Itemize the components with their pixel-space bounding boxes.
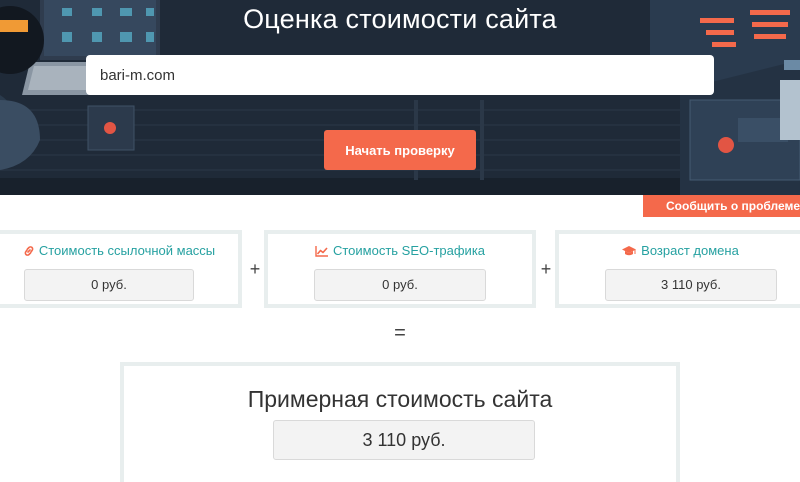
link-icon [23, 245, 35, 260]
total-value-field: 3 110 руб. [273, 420, 535, 460]
metric-title: Возраст домена [559, 243, 800, 260]
graduation-cap-icon [621, 245, 637, 260]
equals-operator: = [394, 322, 406, 344]
metric-title-label: Возраст домена [641, 243, 739, 258]
plus-operator: + [249, 259, 261, 279]
metric-title: Стоимость SEO-трафика [268, 243, 532, 260]
plus-operator: + [540, 259, 552, 279]
metric-title-label: Стоимость SEO-трафика [332, 243, 486, 258]
metric-card-domain-age: Возраст домена 3 110 руб. [555, 230, 800, 308]
metric-value-field: 0 руб. [314, 269, 486, 301]
report-problem-button[interactable]: Сообщить о проблеме [643, 195, 800, 217]
metric-card-seo-traffic: Стоимость SEO-трафика 0 руб. [264, 230, 536, 308]
start-check-button[interactable]: Начать проверку [324, 130, 476, 170]
total-card: Примерная стоимость сайта 3 110 руб. [120, 362, 680, 482]
total-title: Примерная стоимость сайта [247, 386, 553, 412]
metric-title: Стоимость ссылочной массы [0, 243, 238, 260]
chart-line-icon [315, 245, 329, 260]
page-title: Оценка стоимости сайта [243, 4, 557, 34]
metric-card-backlinks: Стоимость ссылочной массы 0 руб. [0, 230, 242, 308]
metric-value-field: 3 110 руб. [605, 269, 777, 301]
hero-banner: Оценка стоимости сайта Начать проверку [0, 0, 800, 195]
metric-value-field: 0 руб. [24, 269, 194, 301]
url-input[interactable] [86, 55, 714, 95]
metric-title-label: Стоимость ссылочной массы [38, 243, 216, 258]
